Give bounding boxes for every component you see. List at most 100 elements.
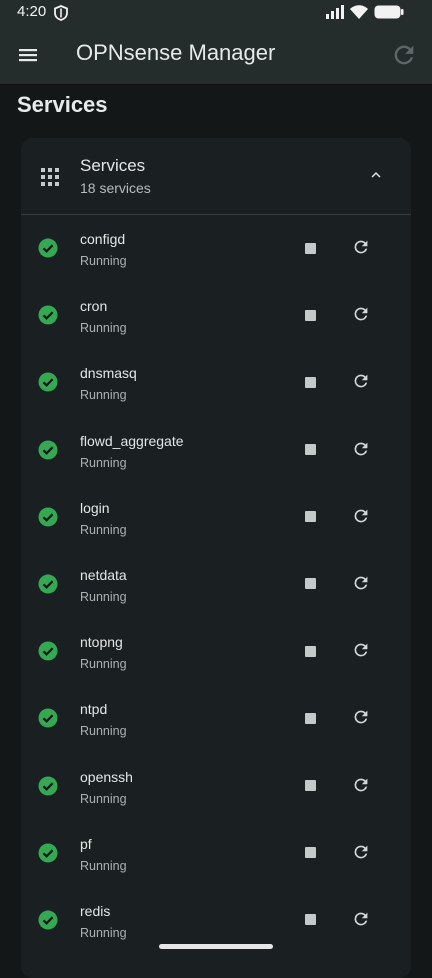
home-indicator[interactable] [159,944,273,949]
service-status: Running [80,455,127,470]
service-status: Running [80,724,127,739]
service-name: openssh [80,768,133,785]
stop-icon [304,376,316,388]
service-row: dnsmasq Running [21,349,411,416]
service-status: Running [80,254,127,268]
stop-icon [304,712,316,724]
restart-icon [354,509,368,523]
wifi-icon [350,5,368,24]
restart-icon [354,778,368,791]
restart-icon [354,576,368,590]
restart-button[interactable] [349,437,373,461]
service-name: ntopng [80,634,123,651]
restart-button[interactable] [349,907,373,931]
restart-icon [354,643,368,657]
check-circle-icon [38,776,58,796]
stop-button[interactable] [298,774,322,798]
restart-button[interactable] [349,773,373,797]
stop-icon [304,780,316,791]
restart-button[interactable] [349,840,373,864]
app-bar: OPNsense Manager [0,26,432,85]
card-subtitle: 18 services [80,180,151,196]
service-row: pf Running [21,820,411,887]
stop-button[interactable] [298,438,322,462]
restart-button[interactable] [349,705,373,729]
stop-button[interactable] [298,908,322,932]
stop-button[interactable] [298,639,322,663]
stop-button[interactable] [298,505,322,529]
service-name: flowd_aggregate [80,432,184,449]
stop-icon [304,645,316,657]
service-status: Running [80,858,127,873]
stop-icon [304,578,316,590]
check-circle-icon [38,641,58,661]
collapse-button[interactable] [367,166,385,189]
check-circle-icon [38,372,58,392]
service-name: pf [80,835,92,852]
service-row: login Running [21,484,411,551]
stop-icon [304,309,316,321]
menu-icon [19,49,37,62]
stop-button[interactable] [298,370,322,394]
service-status: Running [80,388,127,403]
service-status: Running [80,657,127,672]
check-circle-icon [38,910,58,930]
battery-icon [374,5,404,24]
stop-button[interactable] [298,841,322,865]
service-list: configd Running cron Running dnsmasq Run… [21,215,411,954]
service-name: configd [80,231,126,247]
menu-button[interactable] [16,43,42,67]
stop-icon [304,847,316,859]
check-circle-icon [38,440,58,460]
stop-icon [304,242,316,254]
check-circle-icon [38,238,58,258]
service-status: Running [80,791,127,806]
service-status: Running [80,522,127,537]
stop-button[interactable] [298,303,322,327]
check-circle-icon [38,574,58,594]
chevron-up-icon [371,172,381,178]
stop-button[interactable] [298,572,322,596]
stop-icon [304,444,316,456]
service-row: cron Running [21,282,411,349]
service-status: Running [80,589,127,604]
services-card: Services 18 services configd Running cro… [21,138,411,978]
page-title: Services [17,92,108,117]
service-row: configd Running [21,215,411,282]
restart-icon [354,710,368,724]
stop-button[interactable] [298,706,322,730]
service-name: ntpd [80,701,108,718]
service-row: ntpd Running [21,685,411,752]
restart-button[interactable] [349,369,373,393]
restart-button[interactable] [349,638,373,662]
restart-icon [354,442,368,455]
restart-icon [354,912,368,926]
service-row: netdata Running [21,551,411,618]
service-status: Running [80,321,127,336]
restart-button[interactable] [349,571,373,595]
check-circle-icon [38,507,58,527]
services-card-header[interactable]: Services 18 services [21,138,411,215]
stop-button[interactable] [298,236,322,260]
card-title: Services [80,156,146,175]
app-title: OPNsense Manager [76,40,276,65]
shield-icon [54,5,68,26]
restart-button[interactable] [349,504,373,528]
restart-button[interactable] [349,235,373,259]
status-bar: 4:20 [0,0,432,26]
service-name: dnsmasq [80,365,137,382]
refresh-icon [394,45,414,65]
refresh-button[interactable] [390,41,418,69]
check-circle-icon [38,708,58,728]
restart-button[interactable] [349,302,373,326]
stop-icon [304,914,316,926]
restart-icon [354,374,368,388]
restart-icon [354,845,368,859]
service-row: openssh Running [21,753,411,820]
status-time: 4:20 [17,3,47,20]
service-row: ntopng Running [21,618,411,685]
service-name: netdata [80,566,127,583]
restart-icon [354,240,368,254]
stop-icon [304,511,316,523]
service-name: redis [80,902,111,919]
